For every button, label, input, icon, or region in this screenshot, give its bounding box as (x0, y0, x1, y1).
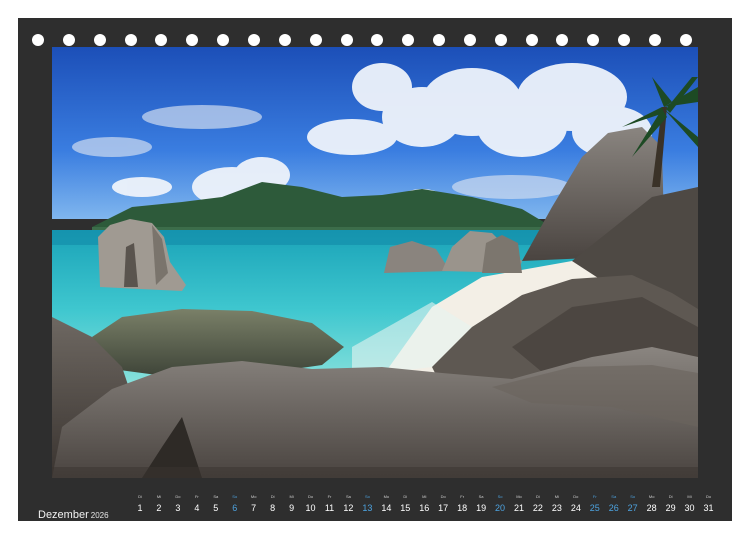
calendar-day: Do 10 (302, 494, 320, 516)
day-number: 6 (232, 503, 238, 513)
day-number: 21 (513, 503, 524, 513)
day-number: 22 (532, 503, 543, 513)
calendar-day: Do 24 (567, 494, 585, 516)
binding-hole (525, 34, 538, 46)
calendar-day: Mo 14 (377, 494, 395, 516)
year-label: 2026 (90, 511, 109, 520)
binding-hole (309, 34, 322, 46)
calendar-day: Di 22 (529, 494, 547, 516)
binding-hole (217, 34, 230, 46)
day-number: 18 (457, 503, 468, 513)
calendar-photo (52, 47, 698, 478)
day-number: 3 (175, 503, 181, 513)
binding-hole (340, 34, 353, 46)
binding-hole (371, 34, 384, 46)
binding-hole (618, 34, 631, 46)
day-number: 12 (343, 503, 354, 513)
calendar-day: Di 8 (264, 494, 282, 516)
calendar-day: Sa 26 (605, 494, 623, 516)
day-number: 14 (381, 503, 392, 513)
day-number: 8 (270, 503, 276, 513)
binding-hole (649, 34, 661, 46)
calendar-day: So 13 (358, 494, 376, 516)
day-number: 7 (251, 503, 257, 513)
calendar-strip: Dezember 2026 Di 1 Mi 2 Do 3 Fr 4 Sa 5 So 6 Mo 7 Di 8 Mi 9… (18, 480, 732, 521)
day-number: 13 (362, 503, 373, 513)
binding-hole (278, 34, 291, 46)
binding-hole (433, 34, 446, 46)
calendar-day: Fr 25 (586, 494, 604, 516)
calendar-day: Mi 16 (415, 494, 433, 516)
day-number: 30 (684, 503, 695, 513)
day-number: 24 (570, 503, 581, 513)
calendar-day: So 6 (226, 494, 244, 516)
binding-hole (32, 34, 44, 46)
calendar-day: Mo 7 (245, 494, 263, 516)
calendar-day: Mi 2 (150, 494, 168, 516)
day-number: 28 (646, 503, 657, 513)
day-number: 19 (476, 503, 487, 513)
day-number: 17 (438, 503, 449, 513)
binding-hole (247, 34, 260, 46)
calendar-day: Mi 23 (548, 494, 566, 516)
day-number: 25 (589, 503, 600, 513)
binding-hole (494, 34, 507, 46)
month-label: Dezember 2026 (38, 509, 109, 521)
calendar-day: So 20 (491, 494, 509, 516)
binding-hole (186, 34, 199, 46)
day-number: 4 (194, 503, 200, 513)
day-number: 20 (495, 503, 506, 513)
day-number: 5 (213, 503, 219, 513)
binding-hole (402, 34, 415, 46)
binding-hole (679, 34, 692, 46)
day-number: 15 (400, 503, 411, 513)
day-number: 11 (324, 503, 335, 513)
day-number: 26 (608, 503, 619, 513)
day-number: 2 (156, 503, 162, 513)
day-number: 31 (703, 503, 714, 513)
binding-hole (124, 34, 137, 46)
calendar-day: Mi 9 (283, 494, 301, 516)
day-number: 23 (551, 503, 562, 513)
calendar-day: Do 17 (434, 494, 452, 516)
day-number: 27 (627, 503, 638, 513)
calendar-day: So 27 (624, 494, 642, 516)
day-number: 10 (305, 503, 316, 513)
binding-hole (587, 34, 600, 46)
calendar-day: Fr 11 (321, 494, 339, 516)
binding-hole (155, 34, 168, 46)
calendar-day: Sa 5 (207, 494, 225, 516)
binding-hole (556, 34, 569, 46)
calendar-page: Dezember 2026 Di 1 Mi 2 Do 3 Fr 4 Sa 5 So 6 Mo 7 Di 8 Mi 9… (18, 18, 732, 521)
day-number: 1 (137, 503, 143, 513)
day-number: 29 (665, 503, 676, 513)
calendar-day: Mo 21 (510, 494, 528, 516)
binding-hole (463, 34, 476, 46)
calendar-day: Fr 18 (453, 494, 471, 516)
calendar-day: Mo 28 (643, 494, 661, 516)
binding-hole (62, 34, 75, 46)
day-number: 16 (419, 503, 430, 513)
calendar-day: Di 29 (662, 494, 680, 516)
calendar-day: Do 31 (700, 494, 718, 516)
calendar-day: Fr 4 (188, 494, 206, 516)
calendar-day: Do 3 (169, 494, 187, 516)
calendar-day: Mi 30 (681, 494, 699, 516)
month-name: Dezember (38, 509, 89, 521)
day-number: 9 (289, 503, 295, 513)
calendar-day: Di 1 (131, 494, 149, 516)
calendar-day: Sa 12 (339, 494, 357, 516)
calendar-day: Sa 19 (472, 494, 490, 516)
calendar-day: Di 15 (396, 494, 414, 516)
binding-hole (93, 34, 106, 46)
